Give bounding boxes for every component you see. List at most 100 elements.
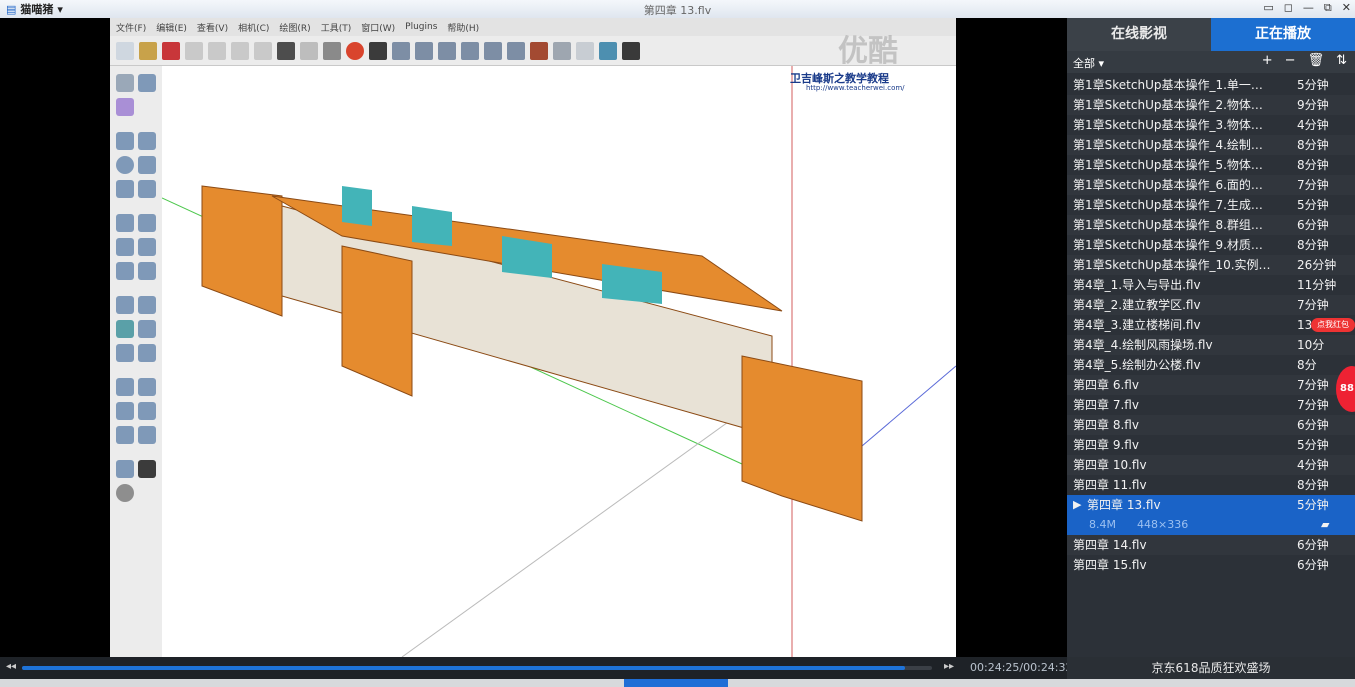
print-icon — [323, 41, 341, 60]
trash-icon[interactable]: 🗑 — [1308, 53, 1325, 68]
pushpull-tool-icon — [138, 214, 156, 232]
menu-file: 文件(F) — [116, 23, 147, 34]
left-view-icon — [507, 41, 525, 60]
playlist-item-title: 第四章 14.flv — [1073, 538, 1147, 552]
youku-watermark: 优酷 — [838, 34, 898, 69]
progress-bar[interactable] — [22, 666, 932, 670]
playlist-item[interactable]: 第1章SketchUp基本操作_9.材质… 8分钟 — [1067, 235, 1355, 255]
playlist-item-title: 第1章SketchUp基本操作_3.物体… — [1073, 118, 1263, 132]
progress-fill — [22, 666, 905, 670]
playlist-item-duration: 7分钟 — [1297, 178, 1329, 192]
sketchup-tool-palette — [110, 66, 163, 657]
playlist-item[interactable]: 第四章 14.flv 6分钟 — [1067, 535, 1355, 555]
playlist-item-selected[interactable]: ▶ 第四章 13.flv 5分钟 8.4M 448×336 ▰ — [1067, 495, 1355, 535]
building-center-block — [341, 245, 413, 397]
file-size: 8.4M — [1089, 518, 1116, 531]
video-frame[interactable]: 文件(F) 编辑(E) 查看(V) 相机(C) 绘图(R) 工具(T) 窗口(W… — [110, 18, 956, 657]
playlist-item[interactable]: 第1章SketchUp基本操作_7.生成… 5分钟 — [1067, 195, 1355, 215]
section-tool-icon — [138, 344, 156, 362]
playlist-item-title: 第1章SketchUp基本操作_10.实例… — [1073, 258, 1271, 272]
playlist-item[interactable]: 第四章 9.flv 5分钟 — [1067, 435, 1355, 455]
restore-icon[interactable]: ⧉ — [1324, 1, 1332, 15]
playlist-item[interactable]: 第1章SketchUp基本操作_6.面的… 7分钟 — [1067, 175, 1355, 195]
playlist-item[interactable]: 第1章SketchUp基本操作_1.单一… 5分钟 — [1067, 75, 1355, 95]
playlist-item-duration: 6分钟 — [1297, 418, 1329, 432]
front-view-icon — [438, 41, 456, 60]
playlist-item[interactable]: 第四章 15.flv 6分钟 — [1067, 555, 1355, 575]
minimize-icon[interactable]: — — [1303, 1, 1314, 15]
timecode: 00:24:25/00:24:32 — [970, 661, 1073, 674]
playlist-item-title: 第4章_5.绘制办公楼.flv — [1073, 358, 1201, 372]
playlist-item-title: 第1章SketchUp基本操作_9.材质… — [1073, 238, 1263, 252]
zoom-tool-icon — [116, 402, 134, 420]
zoom-window-tool-icon — [138, 402, 156, 420]
playlist-item[interactable]: 第1章SketchUp基本操作_2.物体… 9分钟 — [1067, 95, 1355, 115]
shaded-style-icon — [599, 41, 617, 60]
previous-view-tool-icon — [138, 426, 156, 444]
menu-edit: 编辑(E) — [156, 23, 187, 34]
building-left-tower — [201, 185, 283, 317]
playlist-item-title: 第1章SketchUp基本操作_5.物体… — [1073, 158, 1263, 172]
new-file-icon — [116, 41, 134, 60]
playlist-item-duration: 8分钟 — [1297, 158, 1329, 172]
forward-icon[interactable]: ▸▸ — [944, 661, 954, 672]
close-icon[interactable]: ✕ — [1342, 1, 1351, 15]
playlist-item[interactable]: 第四章 6.flv 7分钟 — [1067, 375, 1355, 395]
add-icon[interactable]: + — [1262, 53, 1273, 68]
player-controls: ◂◂ ▸▸ 00:24:25/00:24:32 — [0, 657, 1073, 679]
playlist-item-duration: 4分钟 — [1297, 458, 1329, 472]
tab-online-video[interactable]: 在线影视 — [1067, 18, 1211, 51]
playlist-item[interactable]: 第4章_4.绘制风雨操场.flv 10分 — [1067, 335, 1355, 355]
rotate-tool-icon — [116, 238, 134, 256]
playlist-item-duration: 5分钟 — [1297, 198, 1329, 212]
playlist-item-duration: 5分钟 — [1297, 438, 1329, 452]
record-icon — [346, 41, 364, 60]
playlist-item-duration: 9分钟 — [1297, 98, 1329, 112]
playlist-item[interactable]: 第1章SketchUp基本操作_3.物体… 4分钟 — [1067, 115, 1355, 135]
playlist-toolbar: 全部 ▾ + − 🗑 ⇅ — [1067, 51, 1355, 73]
mini-mode-icon[interactable]: ▭ — [1263, 1, 1273, 15]
xray-style-icon — [530, 41, 548, 60]
red-envelope-badge[interactable]: 点我红包 — [1311, 318, 1355, 332]
playlist-item-title: 第四章 6.flv — [1073, 378, 1139, 392]
look-around-tool-icon — [116, 484, 134, 502]
save-icon — [162, 41, 180, 60]
playlist-item[interactable]: 第四章 7.flv 7分钟 — [1067, 395, 1355, 415]
walk-tool-icon — [138, 460, 156, 478]
playlist-actions: + − 🗑 ⇅ — [1262, 53, 1347, 68]
cut-icon — [185, 41, 203, 60]
line-tool-icon — [138, 132, 156, 150]
tab-now-playing[interactable]: 正在播放 — [1211, 18, 1355, 51]
menu-plugins: Plugins — [405, 22, 438, 32]
paste-icon — [231, 41, 249, 60]
zoom-extents-tool-icon — [116, 426, 134, 444]
playlist-item[interactable]: 第1章SketchUp基本操作_5.物体… 8分钟 — [1067, 155, 1355, 175]
eraser-tool-icon — [116, 98, 134, 116]
skin-icon[interactable]: ◻ — [1284, 1, 1293, 15]
rewind-icon[interactable]: ◂◂ — [6, 661, 16, 672]
playlist-item[interactable]: 第1章SketchUp基本操作_4.绘制… 8分钟 — [1067, 135, 1355, 155]
playlist-item[interactable]: 第4章_1.导入与导出.flv 11分钟 — [1067, 275, 1355, 295]
top-view-icon — [415, 41, 433, 60]
playlist-item[interactable]: 第四章 10.flv 4分钟 — [1067, 455, 1355, 475]
playlist-item[interactable]: 第1章SketchUp基本操作_10.实例… 26分钟 — [1067, 255, 1355, 275]
playlist-item-title: 第四章 7.flv — [1073, 398, 1139, 412]
playlist-item-duration: 5分钟 — [1297, 498, 1329, 512]
sort-icon[interactable]: ⇅ — [1336, 53, 1347, 68]
playlist-item[interactable]: 第4章_5.绘制办公楼.flv 8分 — [1067, 355, 1355, 375]
playlist-item-duration: 8分钟 — [1297, 238, 1329, 252]
playlist-item-title: 第四章 11.flv — [1073, 478, 1147, 492]
remove-icon[interactable]: − — [1285, 53, 1296, 68]
ad-banner[interactable]: 京东618品质狂欢盛场 — [1067, 657, 1355, 679]
playlist-item[interactable]: 第四章 11.flv 8分钟 — [1067, 475, 1355, 495]
playlist-item[interactable]: 第1章SketchUp基本操作_8.群组… 6分钟 — [1067, 215, 1355, 235]
playlist-item[interactable]: 第四章 8.flv 6分钟 — [1067, 415, 1355, 435]
undo-icon — [277, 41, 295, 60]
axes-tool-icon — [116, 344, 134, 362]
folder-icon[interactable]: ▰ — [1321, 515, 1329, 535]
filter-dropdown[interactable]: 全部 ▾ — [1073, 55, 1104, 71]
text-tool-icon — [138, 320, 156, 338]
video-watermark-url: http://www.teacherwei.com/ — [806, 84, 905, 92]
playlist-item-duration: 8分钟 — [1297, 478, 1329, 492]
playlist-item[interactable]: 第4章_2.建立教学区.flv 7分钟 — [1067, 295, 1355, 315]
